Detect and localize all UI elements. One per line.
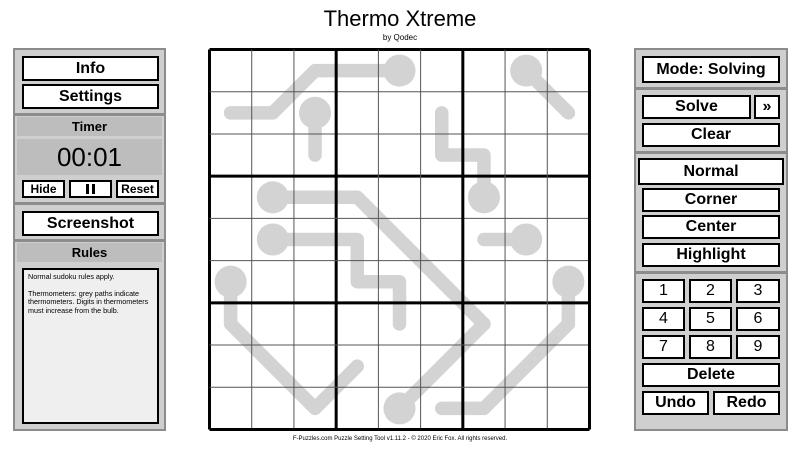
screenshot-button[interactable]: Screenshot: [22, 211, 159, 236]
grid-cell[interactable]: [378, 176, 420, 218]
mode-normal-button[interactable]: Normal: [638, 158, 784, 185]
grid-cell[interactable]: [378, 345, 420, 387]
grid-cell[interactable]: [210, 176, 252, 218]
mode-button[interactable]: Mode: Solving: [642, 56, 780, 83]
grid-cell[interactable]: [252, 303, 294, 345]
grid-cell[interactable]: [505, 134, 547, 176]
grid-cell[interactable]: [421, 218, 463, 260]
divider: [636, 151, 786, 154]
thermometer-bulb: [467, 181, 500, 214]
digit-button-1[interactable]: 1: [642, 279, 685, 303]
digit-button-6[interactable]: 6: [736, 307, 780, 331]
grid-cell[interactable]: [378, 92, 420, 134]
timer-display: 00:01: [17, 139, 162, 175]
divider: [15, 113, 164, 116]
thermometer-bulb: [299, 96, 332, 129]
grid-cell[interactable]: [210, 345, 252, 387]
undo-button[interactable]: Undo: [642, 391, 709, 415]
digit-button-8[interactable]: 8: [689, 335, 732, 359]
grid-cell[interactable]: [252, 387, 294, 429]
grid-cell[interactable]: [547, 218, 589, 260]
thermometer-bulb: [383, 392, 416, 425]
grid-cell[interactable]: [421, 176, 463, 218]
grid-cell[interactable]: [463, 345, 505, 387]
footer-copyright: F-Puzzles.com Puzzle Setting Tool v1.11.…: [292, 436, 508, 442]
grid-cell[interactable]: [252, 134, 294, 176]
pause-icon: [85, 182, 97, 196]
digit-button-5[interactable]: 5: [689, 307, 732, 331]
timer-hide-button[interactable]: Hide: [22, 180, 65, 198]
grid-cell[interactable]: [505, 303, 547, 345]
grid-cell[interactable]: [463, 261, 505, 303]
solve-button[interactable]: Solve: [642, 95, 751, 119]
grid-cell[interactable]: [252, 50, 294, 92]
digit-button-4[interactable]: 4: [642, 307, 685, 331]
grid-cell[interactable]: [421, 50, 463, 92]
grid-cell[interactable]: [294, 261, 336, 303]
rules-text: Normal sudoku rules apply. Thermometers:…: [22, 268, 159, 424]
sudoku-grid[interactable]: [208, 48, 591, 431]
grid-cell[interactable]: [547, 50, 589, 92]
thermometer-bulb: [256, 181, 289, 214]
grid-cell[interactable]: [336, 303, 378, 345]
grid-cell[interactable]: [463, 50, 505, 92]
grid-cell[interactable]: [547, 345, 589, 387]
grid-cell[interactable]: [505, 92, 547, 134]
page-title: Thermo Xtreme: [323, 6, 477, 31]
grid-cell[interactable]: [210, 387, 252, 429]
page-subtitle: by Qodec: [382, 33, 418, 42]
timer-header: Timer: [17, 117, 162, 136]
thermometer-bulb: [510, 54, 543, 87]
right-panel: Mode: Solving Solve » Clear Normal Corne…: [634, 48, 788, 431]
mode-corner-button[interactable]: Corner: [642, 188, 780, 212]
divider: [15, 202, 164, 205]
grid-cell[interactable]: [210, 50, 252, 92]
grid-cell[interactable]: [547, 134, 589, 176]
divider: [15, 239, 164, 242]
clear-button[interactable]: Clear: [642, 123, 780, 147]
solve-more-button[interactable]: »: [754, 95, 780, 119]
grid-cell[interactable]: [336, 134, 378, 176]
digit-button-7[interactable]: 7: [642, 335, 685, 359]
mode-center-button[interactable]: Center: [642, 215, 780, 239]
digit-button-3[interactable]: 3: [736, 279, 780, 303]
grid-cell[interactable]: [505, 387, 547, 429]
rules-header: Rules: [17, 243, 162, 262]
timer-reset-button[interactable]: Reset: [116, 180, 159, 198]
grid-cell[interactable]: [294, 345, 336, 387]
grid-cell[interactable]: [210, 218, 252, 260]
divider: [636, 271, 786, 274]
grid-cell[interactable]: [336, 92, 378, 134]
mode-highlight-button[interactable]: Highlight: [642, 243, 780, 267]
delete-button[interactable]: Delete: [642, 363, 780, 387]
digit-button-2[interactable]: 2: [689, 279, 732, 303]
thermometer-bulb: [510, 223, 543, 256]
grid-cell[interactable]: [336, 387, 378, 429]
settings-button[interactable]: Settings: [22, 84, 159, 109]
rules-paragraph: Thermometers: grey paths indicate thermo…: [28, 288, 149, 315]
grid-cell[interactable]: [378, 134, 420, 176]
grid-cell[interactable]: [210, 134, 252, 176]
grid-cell[interactable]: [252, 261, 294, 303]
thermometer-bulb: [552, 265, 585, 298]
grid-cell[interactable]: [547, 176, 589, 218]
thermometer-bulb: [256, 223, 289, 256]
grid-cell[interactable]: [505, 176, 547, 218]
digit-button-9[interactable]: 9: [736, 335, 780, 359]
grid-cell[interactable]: [421, 303, 463, 345]
left-panel: Info Settings Timer 00:01 Hide Reset Scr…: [13, 48, 166, 431]
grid-cell[interactable]: [505, 261, 547, 303]
rules-paragraph: Normal sudoku rules apply.: [28, 272, 115, 281]
info-button[interactable]: Info: [22, 56, 159, 81]
redo-button[interactable]: Redo: [713, 391, 780, 415]
grid-cell[interactable]: [294, 303, 336, 345]
timer-pause-button[interactable]: [69, 180, 112, 198]
divider: [636, 87, 786, 90]
grid-cell[interactable]: [463, 92, 505, 134]
grid-cell[interactable]: [547, 387, 589, 429]
thermometer-bulb: [214, 265, 247, 298]
thermometer-bulb: [383, 54, 416, 87]
